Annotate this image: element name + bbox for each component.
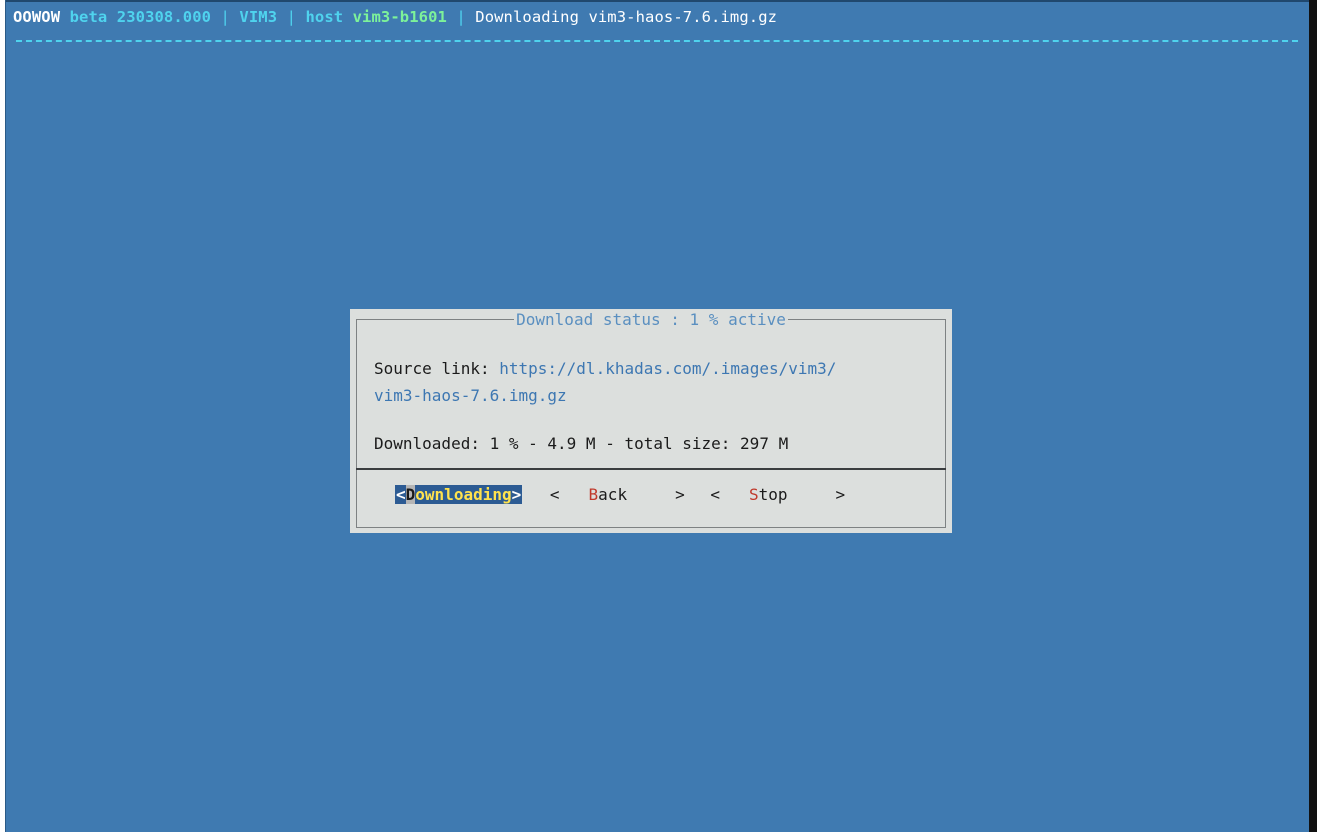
dialog-buttons: <Downloading> < Back > < Stop > xyxy=(395,483,845,507)
status-bar-divider xyxy=(16,40,1298,42)
separator: | xyxy=(456,8,466,26)
back-hotkey: B xyxy=(588,485,599,504)
source-link-url[interactable]: https://dl.khadas.com/.images/vim3/ xyxy=(499,359,836,378)
brand-name: OOWOW xyxy=(13,8,61,26)
text-cursor: D xyxy=(405,485,416,504)
separator: | xyxy=(220,8,230,26)
downloaded-progress-text: Downloaded: 1 % - 4.9 M - total size: 29… xyxy=(374,432,788,456)
window-frame-top xyxy=(6,0,1309,2)
download-status-dialog: Download status : 1 % active Source link… xyxy=(350,309,952,533)
status-bar: OOWOW beta 230308.000 | VIM3 | host vim3… xyxy=(13,7,777,27)
source-link-row: Source link: https://dl.khadas.com/.imag… xyxy=(374,357,836,381)
downloading-button[interactable]: <Downloading> xyxy=(395,485,523,504)
stop-hotkey: S xyxy=(749,485,759,504)
back-button[interactable]: < Back > xyxy=(550,483,685,507)
dialog-title-bar: Download status : 1 % active xyxy=(350,310,952,330)
host-label: host xyxy=(305,8,344,26)
status-title: Downloading vim3-haos-7.6.img.gz xyxy=(475,8,778,26)
version-label: beta 230308.000 xyxy=(69,8,212,26)
board-name: VIM3 xyxy=(239,8,278,26)
source-link-url-continued[interactable]: vim3-haos-7.6.img.gz xyxy=(374,386,567,405)
dialog-title: Download status : 1 % active xyxy=(514,310,788,329)
source-link-label: Source link: xyxy=(374,359,490,378)
source-link-row-cont: vim3-haos-7.6.img.gz xyxy=(374,384,567,408)
hostname: vim3-b1601 xyxy=(352,8,447,26)
stop-button[interactable]: < Stop > xyxy=(710,483,845,507)
dialog-button-divider xyxy=(356,468,946,470)
window-frame-left xyxy=(5,0,6,832)
downloaded-text: Downloaded: 1 % - 4.9 M - total size: 29… xyxy=(374,434,789,453)
separator: | xyxy=(286,8,297,26)
window-frame-right xyxy=(1309,0,1317,832)
